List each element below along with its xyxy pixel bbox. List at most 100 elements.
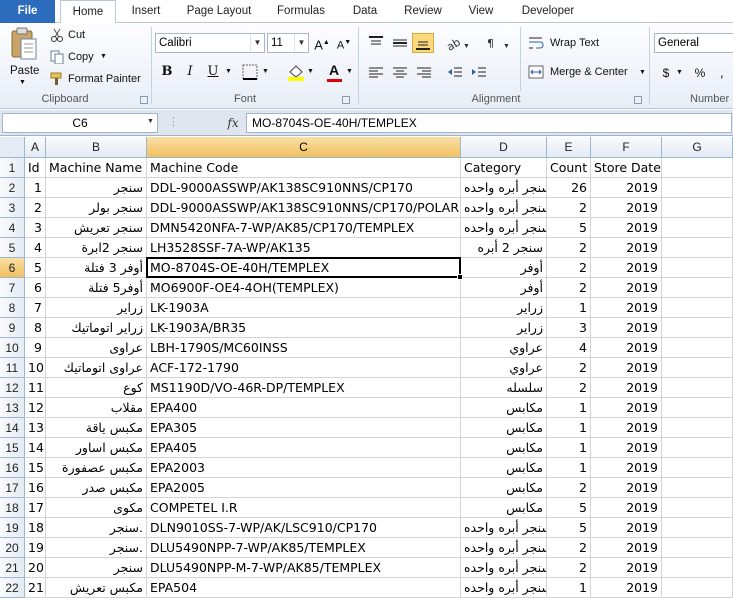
- cell[interactable]: 2019: [591, 198, 662, 218]
- cell[interactable]: 11: [25, 378, 46, 398]
- bold-button[interactable]: B: [157, 62, 177, 82]
- cell[interactable]: [662, 518, 733, 538]
- orientation-icon[interactable]: ab ▼: [446, 35, 470, 51]
- cell[interactable]: [662, 418, 733, 438]
- cell[interactable]: 2: [547, 558, 591, 578]
- cell[interactable]: مكوى: [46, 498, 147, 518]
- cell[interactable]: 2019: [591, 338, 662, 358]
- row-header[interactable]: 11: [0, 358, 25, 378]
- cell[interactable]: 2019: [591, 238, 662, 258]
- cell[interactable]: [662, 218, 733, 238]
- cell[interactable]: [662, 378, 733, 398]
- cell[interactable]: 16: [25, 478, 46, 498]
- fill-handle[interactable]: [457, 274, 463, 280]
- cell[interactable]: مقلاب: [46, 398, 147, 418]
- cell[interactable]: سنجر أبره واحده: [461, 198, 547, 218]
- row-header[interactable]: 17: [0, 478, 25, 498]
- cell[interactable]: 4: [547, 338, 591, 358]
- row-header[interactable]: 21: [0, 558, 25, 578]
- cell[interactable]: [662, 438, 733, 458]
- row-header[interactable]: 7: [0, 278, 25, 298]
- underline-button[interactable]: U: [203, 62, 223, 82]
- cell[interactable]: 2019: [591, 218, 662, 238]
- row-header[interactable]: 4: [0, 218, 25, 238]
- name-box[interactable]: C6: [2, 113, 158, 133]
- cell[interactable]: 5: [547, 218, 591, 238]
- cell[interactable]: 13: [25, 418, 46, 438]
- cell[interactable]: 12: [25, 398, 46, 418]
- currency-format-button[interactable]: $: [656, 63, 676, 83]
- cell[interactable]: سنجر بولر: [46, 198, 147, 218]
- cell[interactable]: DLU5490NPP-M-7-WP/AK85/TEMPLEX: [147, 558, 461, 578]
- cell[interactable]: EPA405: [147, 438, 461, 458]
- cell[interactable]: أوفر: [461, 258, 547, 278]
- decrease-font-size-icon[interactable]: A▼: [334, 33, 354, 53]
- cell[interactable]: 1: [547, 578, 591, 598]
- cell[interactable]: DLN9010SS-7-WP/AK/LSC910/CP170: [147, 518, 461, 538]
- row-header[interactable]: 5: [0, 238, 25, 258]
- cell[interactable]: مكبس تعريش: [46, 578, 147, 598]
- cell[interactable]: Machine Code: [147, 158, 461, 178]
- formula-input[interactable]: MO-8704S-OE-40H/TEMPLEX: [246, 113, 732, 133]
- cell[interactable]: [662, 298, 733, 318]
- cell[interactable]: [662, 338, 733, 358]
- cell[interactable]: 3: [547, 318, 591, 338]
- cell[interactable]: 2: [547, 278, 591, 298]
- cell[interactable]: مكبس صدر: [46, 478, 147, 498]
- cell[interactable]: سنجر.: [46, 518, 147, 538]
- increase-font-size-icon[interactable]: A▲: [312, 33, 332, 53]
- cell[interactable]: 1: [547, 418, 591, 438]
- cell[interactable]: 2019: [591, 578, 662, 598]
- row-header[interactable]: 6: [0, 258, 25, 278]
- cell[interactable]: DMN5420NFA-7-WP/AK85/CP170/TEMPLEX: [147, 218, 461, 238]
- cell[interactable]: كوع: [46, 378, 147, 398]
- row-header[interactable]: 18: [0, 498, 25, 518]
- decrease-indent-icon[interactable]: [446, 65, 464, 81]
- cell[interactable]: 2019: [591, 558, 662, 578]
- cell[interactable]: 2: [547, 478, 591, 498]
- cell[interactable]: 2019: [591, 318, 662, 338]
- cell[interactable]: 2: [547, 258, 591, 278]
- cell[interactable]: ACF-172-1790: [147, 358, 461, 378]
- row-header[interactable]: 15: [0, 438, 25, 458]
- cell[interactable]: عراوى اتوماتيك: [46, 358, 147, 378]
- cell[interactable]: مكابس: [461, 438, 547, 458]
- insert-function-button[interactable]: fx: [222, 113, 244, 133]
- cell[interactable]: مكبس ياقة: [46, 418, 147, 438]
- align-middle-icon[interactable]: [391, 35, 409, 51]
- cell[interactable]: 2019: [591, 418, 662, 438]
- cell[interactable]: سنجر أبره واحده: [461, 538, 547, 558]
- cut-button[interactable]: Cut: [50, 28, 100, 45]
- cell[interactable]: 9: [25, 338, 46, 358]
- cell[interactable]: LH3528SSF-7A-WP/AK135: [147, 238, 461, 258]
- cell[interactable]: 2019: [591, 498, 662, 518]
- column-header-d[interactable]: D: [461, 137, 547, 158]
- cell[interactable]: زراير: [461, 298, 547, 318]
- cell[interactable]: 26: [547, 178, 591, 198]
- cell[interactable]: عراوى: [46, 338, 147, 358]
- font-dialog-launcher-icon[interactable]: [342, 96, 350, 104]
- cell[interactable]: MS1190D/VO-46R-DP/TEMPLEX: [147, 378, 461, 398]
- cell[interactable]: [662, 178, 733, 198]
- cell[interactable]: 20: [25, 558, 46, 578]
- cell[interactable]: زراير: [46, 298, 147, 318]
- tab-review[interactable]: Review: [396, 0, 450, 23]
- text-direction-icon[interactable]: ¶ ▼: [486, 35, 510, 51]
- cell[interactable]: EPA504: [147, 578, 461, 598]
- row-header[interactable]: 8: [0, 298, 25, 318]
- cell[interactable]: 5: [547, 518, 591, 538]
- cell[interactable]: Id: [25, 158, 46, 178]
- cell[interactable]: 3: [25, 218, 46, 238]
- fill-color-icon[interactable]: [287, 63, 305, 81]
- cell[interactable]: 10: [25, 358, 46, 378]
- paste-button[interactable]: Paste ▼: [6, 27, 42, 87]
- font-size-combo[interactable]: 11 ▼: [267, 33, 309, 53]
- column-header-b[interactable]: B: [46, 137, 147, 158]
- cell[interactable]: [662, 238, 733, 258]
- cell[interactable]: [662, 458, 733, 478]
- borders-icon[interactable]: [242, 64, 258, 80]
- cell[interactable]: [662, 538, 733, 558]
- cell[interactable]: 8: [25, 318, 46, 338]
- cell[interactable]: EPA305: [147, 418, 461, 438]
- cell[interactable]: [662, 198, 733, 218]
